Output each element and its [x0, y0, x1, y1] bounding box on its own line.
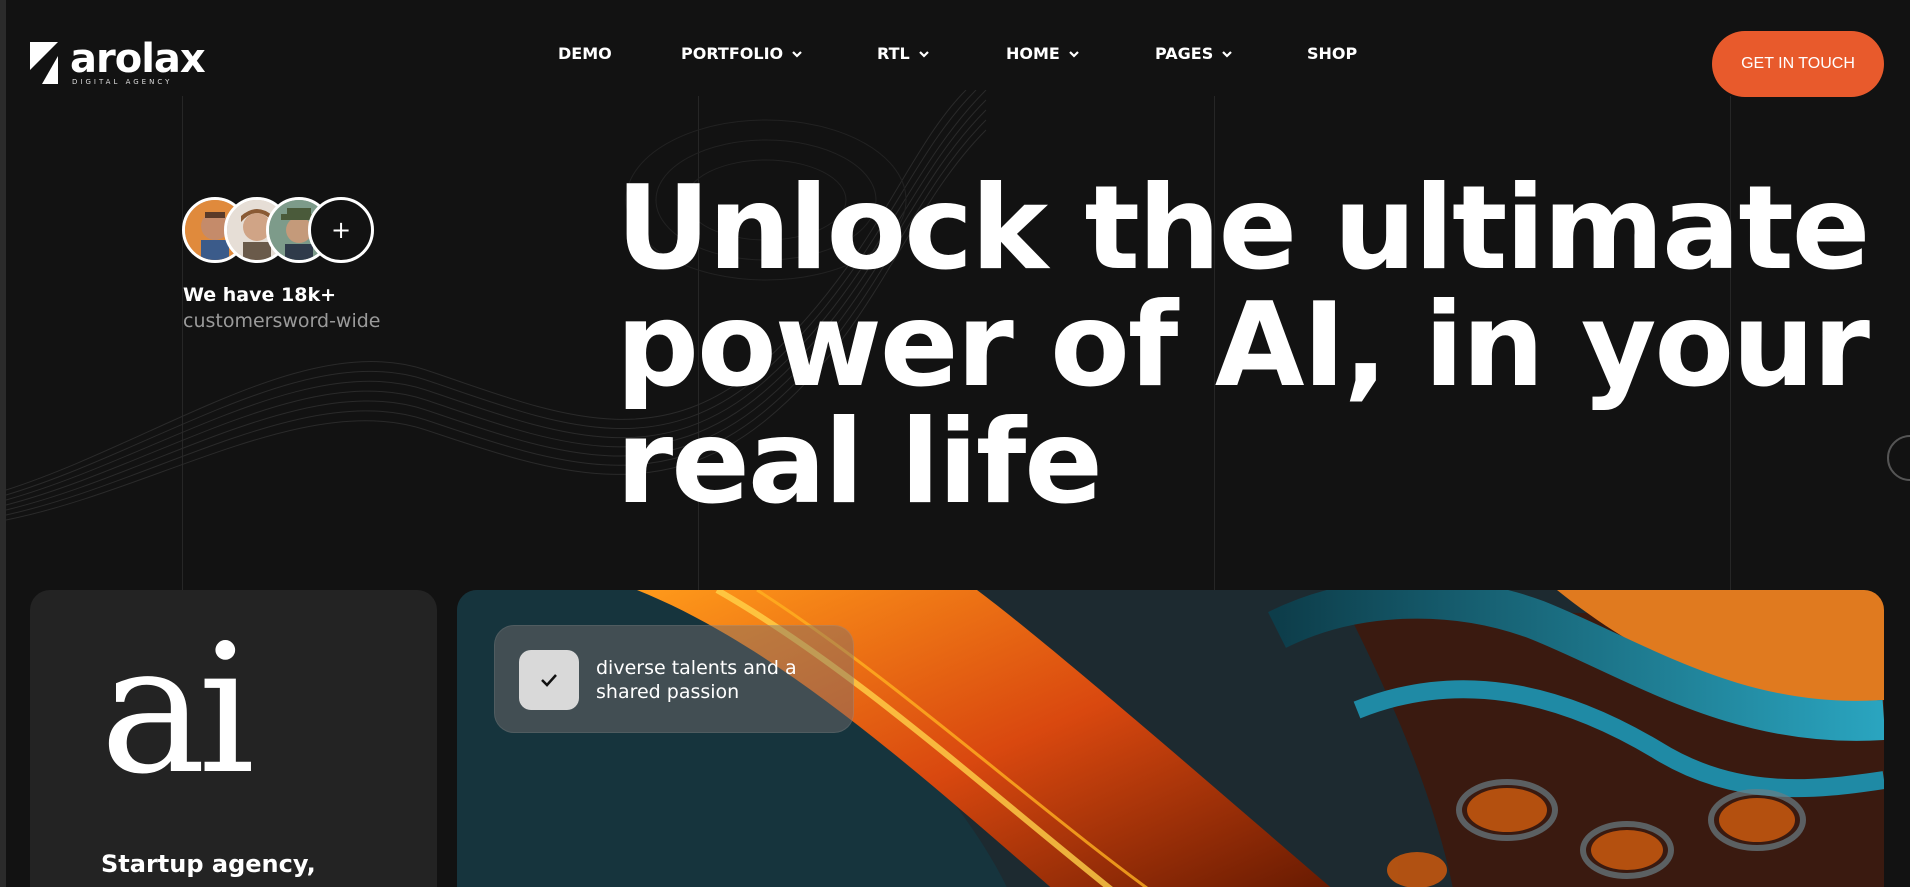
scroll-arrow-button[interactable] [1887, 435, 1910, 481]
hero-line: power of AI, in your [616, 278, 1870, 413]
logo-tagline: DIGITAL AGENCY [72, 78, 173, 86]
nav-label: SHOP [1307, 44, 1358, 63]
nav-label: RTL [877, 44, 910, 63]
logo-wordmark: arolax [70, 36, 206, 82]
ai-logo: ai [100, 606, 255, 813]
customers-subtext: customersword-wide [183, 310, 381, 332]
chevron-down-icon [918, 50, 929, 58]
startup-card: ai Startup agency, [30, 590, 437, 887]
hero-line: real life [616, 395, 1103, 530]
nav-item-portfolio[interactable]: PORTFOLIO [681, 44, 803, 63]
feature-text: diverse talents and a shared passion [596, 657, 797, 703]
nav-label: PAGES [1155, 44, 1214, 63]
chevron-down-icon [1222, 50, 1233, 58]
card-title: Startup agency, [101, 850, 316, 878]
hero-heading: Unlock the ultimate power of AI, in your… [616, 161, 1870, 530]
check-icon [519, 650, 579, 710]
nav-item-pages[interactable]: PAGES [1155, 44, 1233, 63]
hero-line: Unlock the ultimate [616, 161, 1870, 296]
chevron-down-icon [1069, 50, 1079, 58]
feature-badge: diverse talents and a shared passion [494, 625, 854, 733]
more-customers-button[interactable]: + [308, 197, 374, 263]
nav-item-demo[interactable]: DEMO [558, 44, 612, 63]
nav-item-shop[interactable]: SHOP [1307, 44, 1357, 63]
logo-mark-icon [30, 42, 58, 84]
nav-item-rtl[interactable]: RTL [877, 44, 930, 63]
nav-label: DEMO [558, 44, 612, 63]
get-in-touch-button[interactable]: GET IN TOUCH [1712, 31, 1884, 97]
customers-count-text: We have 18k+ [183, 284, 337, 306]
brand-logo[interactable]: arolax DIGITAL AGENCY [30, 36, 206, 86]
chevron-down-icon [792, 50, 802, 58]
nav-label: HOME [1006, 44, 1060, 63]
customer-avatars: + [182, 197, 382, 265]
nav-item-home[interactable]: HOME [1006, 44, 1080, 63]
nav-label: PORTFOLIO [681, 44, 784, 63]
